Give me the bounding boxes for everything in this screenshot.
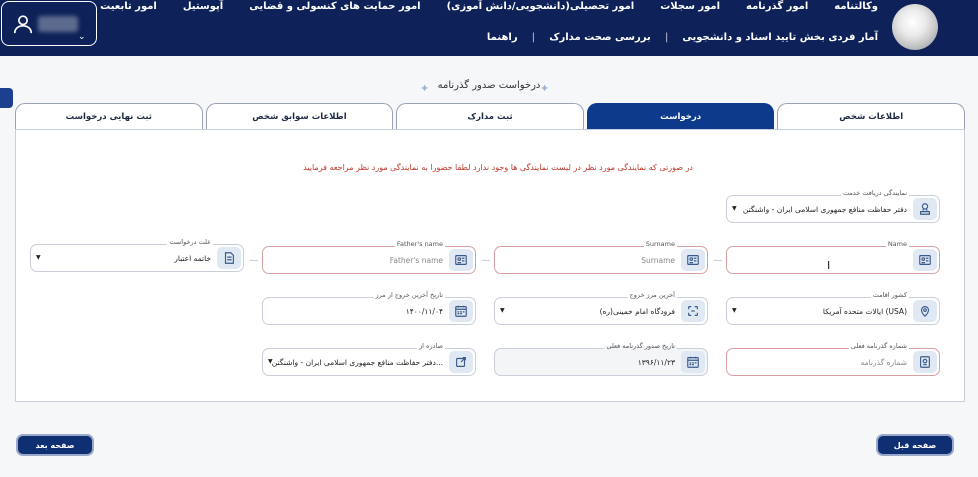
caret-down-icon[interactable]: ▼ xyxy=(268,358,273,365)
field-label: Surname xyxy=(643,240,677,248)
notice-message: در صورتی که نمایندگی مورد نظر در لیست نم… xyxy=(303,163,693,172)
main-nav: وکالتنامه امور گذرنامه امور سجلات امور ت… xyxy=(100,1,878,17)
tab-person-info[interactable]: اطلاعات شخص xyxy=(777,103,965,130)
field-value: ۱۴۰۰/۱۱/۰۴ xyxy=(405,307,443,316)
service-office-select[interactable]: نمایندگی دریافت خدمت دفتر حفاظت منافع جم… xyxy=(726,189,940,223)
field-label: Name xyxy=(885,240,909,248)
nav-item-consular-support[interactable]: امور حمایت های کنسولی و قضایی xyxy=(249,1,420,17)
field-value: خاتمه اعتبار xyxy=(174,254,211,263)
map-pin-icon xyxy=(913,300,937,322)
field-label: تاریخ آخرین خروج از مرز xyxy=(373,291,445,299)
field-placeholder: Father's name xyxy=(389,256,443,265)
request-reason-select[interactable]: علت درخواست خاتمه اعتبار ▼ xyxy=(30,238,244,272)
nav-item-citizenship[interactable]: امور تابعیت xyxy=(100,1,157,17)
field-connector xyxy=(482,260,490,261)
calendar-icon[interactable] xyxy=(681,351,705,373)
field-value: دفتر حفاظت منافع جمهوری اسلامی ایران - و… xyxy=(742,205,907,214)
current-passport-number-input[interactable]: شماره گذرنامه فعلی شماره گذرنامه xyxy=(726,342,940,376)
page-title: درخواست صدور گذرنامه xyxy=(437,80,541,91)
external-link-icon xyxy=(449,351,473,373)
issued-by-select[interactable]: صادره از دفتر حفاظت منافع جمهوری اسلامی … xyxy=(262,342,476,376)
current-passport-issue-date-input[interactable]: تاریخ صدور گذرنامه فعلی ۱۳۹۶/۱۱/۲۳ xyxy=(494,342,708,376)
secondary-nav: آمار فردی بخش تایید اسناد و دانشجویی | ب… xyxy=(487,32,878,48)
field-value: فرودگاه امام خمینی(ره) xyxy=(599,307,675,316)
nav-item-personal-stats[interactable]: آمار فردی بخش تایید اسناد و دانشجویی xyxy=(682,32,878,48)
caret-down-icon[interactable]: ▼ xyxy=(732,307,737,314)
keyboard-tab-icon[interactable] xyxy=(0,88,13,108)
nav-separator: | xyxy=(531,32,536,43)
previous-page-button[interactable]: صفحه قبل xyxy=(876,434,954,456)
field-value: دفتر حفاظت منافع جمهوری اسلامی ایران - و… xyxy=(271,358,443,367)
field-label: علت درخواست xyxy=(167,238,213,246)
step-tabs: اطلاعات شخص درخواست ثبت مدارک اطلاعات سو… xyxy=(15,103,965,130)
next-page-button[interactable]: صفحه بعد xyxy=(16,434,94,456)
field-placeholder: شماره گذرنامه xyxy=(860,358,907,367)
nav-item-power-of-attorney[interactable]: وکالتنامه xyxy=(834,1,878,17)
tab-request[interactable]: درخواست xyxy=(586,103,775,130)
text-cursor-icon: I xyxy=(827,259,831,272)
id-card-icon xyxy=(449,249,473,271)
border-crossing-icon xyxy=(681,300,705,322)
top-header: وکالتنامه امور گذرنامه امور سجلات امور ت… xyxy=(0,0,978,56)
nav-item-help[interactable]: راهنما xyxy=(487,32,518,48)
id-card-icon xyxy=(913,249,937,271)
field-value: ایالات متحده آمریکا (USA) xyxy=(822,307,907,316)
passport-icon xyxy=(913,351,937,373)
nav-item-apostille[interactable]: آپوستیل xyxy=(183,1,223,17)
document-icon xyxy=(217,247,241,269)
nav-item-education[interactable]: امور تحصیلی(دانشجویی/دانش آموزی) xyxy=(447,1,635,17)
calendar-icon[interactable] xyxy=(449,300,473,322)
name-input[interactable]: Name xyxy=(726,240,940,274)
field-connector xyxy=(714,260,722,261)
field-label: شماره گذرنامه فعلی xyxy=(848,342,909,350)
tab-upload-documents[interactable]: ثبت مدارک xyxy=(396,103,584,130)
stamp-icon xyxy=(913,198,937,220)
nav-item-civil-registry[interactable]: امور سجلات xyxy=(660,1,720,17)
nav-item-document-verification[interactable]: بررسی صحت مدارک xyxy=(549,32,651,48)
caret-down-icon[interactable]: ▼ xyxy=(500,307,505,314)
caret-down-icon[interactable]: ▼ xyxy=(732,205,737,212)
caret-down-icon[interactable]: ▼ xyxy=(36,254,41,261)
nav-separator: | xyxy=(664,32,669,43)
id-card-icon xyxy=(681,249,705,271)
last-exit-border-select[interactable]: آخرین مرز خروج فرودگاه امام خمینی(ره) ▼ xyxy=(494,291,708,325)
field-label: صادره از xyxy=(417,342,445,350)
user-name xyxy=(38,16,78,32)
user-menu[interactable]: ⌄ xyxy=(1,1,97,46)
ornament-icon: ✦ xyxy=(540,82,550,95)
field-label: Father's name xyxy=(394,240,445,248)
field-placeholder: Surname xyxy=(641,256,675,265)
field-label: نمایندگی دریافت خدمت xyxy=(841,189,909,197)
field-label: آخرین مرز خروج xyxy=(627,291,677,299)
emblem-flower-logo[interactable] xyxy=(892,4,938,50)
user-icon xyxy=(13,15,33,34)
field-value: ۱۳۹۶/۱۱/۲۳ xyxy=(637,358,675,367)
residence-country-select[interactable]: کشور اقامت ایالات متحده آمریکا (USA) ▼ xyxy=(726,291,940,325)
field-label: تاریخ صدور گذرنامه فعلی xyxy=(604,342,677,350)
field-connector xyxy=(250,260,258,261)
tab-final-submit[interactable]: ثبت نهایی درخواست xyxy=(15,103,203,130)
field-label: کشور اقامت xyxy=(870,291,909,299)
tab-person-history[interactable]: اطلاعات سوابق شخص xyxy=(205,103,394,130)
fathers-name-input[interactable]: Father's name Father's name xyxy=(262,240,476,274)
chevron-down-icon[interactable]: ⌄ xyxy=(78,32,86,42)
nav-item-passport[interactable]: امور گذرنامه xyxy=(746,1,808,17)
surname-input[interactable]: Surname Surname xyxy=(494,240,708,274)
last-exit-date-input[interactable]: تاریخ آخرین خروج از مرز ۱۴۰۰/۱۱/۰۴ xyxy=(262,291,476,325)
